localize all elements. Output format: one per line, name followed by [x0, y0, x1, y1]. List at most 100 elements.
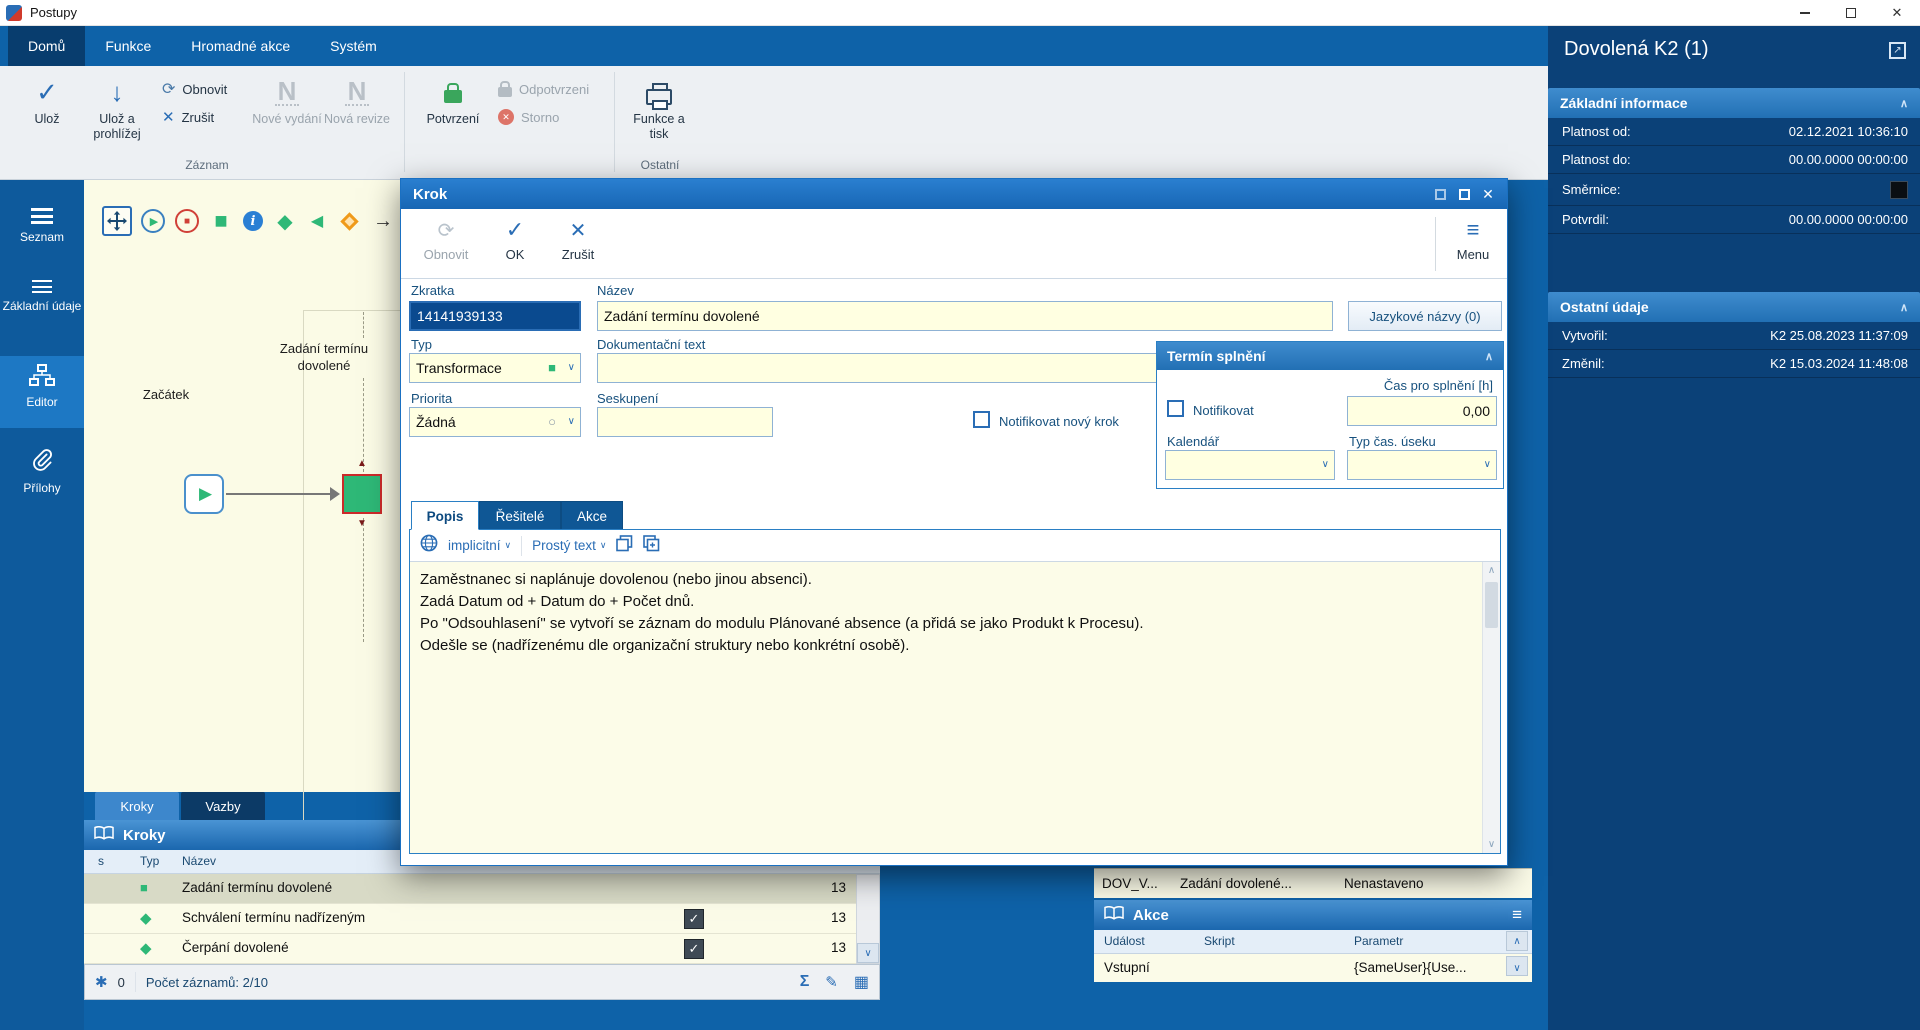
popis-text-area[interactable]: Zaměstnanec si naplánuje dovolenou (nebo… [410, 562, 1482, 853]
sum-icon[interactable]: Σ [800, 973, 810, 991]
storno-button: ✕ Storno [498, 104, 559, 130]
cas-pro-splneni-field[interactable]: 0,00 [1347, 396, 1497, 426]
dialog-restore-button[interactable] [1431, 186, 1449, 202]
dokumentacni-text-field[interactable] [597, 353, 1157, 383]
dialog-ok-button[interactable]: ✓ OK [493, 213, 537, 262]
close-button[interactable]: ✕ [1874, 0, 1920, 26]
copy-to-icon[interactable] [643, 535, 660, 557]
akce-column-header[interactable]: Událost Skript Parametr ∧ [1094, 930, 1532, 954]
copy-from-icon[interactable] [616, 535, 633, 557]
stop-tool-icon[interactable]: ■ [174, 208, 200, 234]
scroll-up-button[interactable]: ∧ [1483, 562, 1500, 579]
save-button[interactable]: ✓ Ulož [12, 72, 82, 127]
dialog-titlebar[interactable]: Krok [401, 179, 1507, 209]
plain-text-button[interactable]: Prostý text∨ [532, 538, 606, 553]
zkratka-field[interactable]: 14141939133 [409, 301, 581, 331]
popis-scrollbar[interactable]: ∧ ∨ [1482, 562, 1500, 853]
ribbon-tab-funkce[interactable]: Funkce [85, 26, 171, 66]
section-header-zakladni-informace[interactable]: Základní informace ∧ [1548, 88, 1920, 118]
save-and-view-button[interactable]: ↓ Ulož a prohlížej [82, 72, 152, 142]
jazykove-nazvy-button[interactable]: Jazykové názvy (0) [1348, 301, 1502, 331]
ribbon-tab-hromadne-akce[interactable]: Hromadné akce [171, 26, 310, 66]
popis-line: Zaměstnanec si naplánuje dovolenou (nebo… [420, 569, 1472, 591]
notifikovat-checkbox[interactable] [1167, 400, 1184, 417]
popis-editor-toolbar: implicitní∨ Prostý text∨ [410, 530, 1500, 562]
scroll-down-button[interactable]: ∨ [857, 943, 879, 963]
settings-icon[interactable]: ✱ [95, 973, 108, 991]
table-row[interactable]: ■ Zadání termínu dovolené 13 [84, 874, 856, 904]
tab-resitele[interactable]: Řešitelé [479, 501, 561, 530]
move-tool-button[interactable] [102, 206, 132, 236]
sidebar-item-zakladni-udaje[interactable]: Základní údaje [0, 272, 84, 313]
tab-kroky[interactable]: Kroky [95, 792, 179, 820]
grid-edit-icon[interactable]: ▦ [854, 972, 869, 992]
edit-icon[interactable]: ✎ [825, 973, 838, 991]
cancel-button[interactable]: ✕ Zrušit [162, 104, 214, 130]
krok-dialog: Krok ✕ ⟳ Obnovit ✓ OK ✕ Zrušit ≡ Menu [400, 178, 1508, 866]
refresh-icon: ⟳ [417, 213, 475, 247]
product-row[interactable]: DOV_V... Zadání dovolené... Nenastaveno [1094, 868, 1532, 898]
tab-vazby[interactable]: Vazby [181, 792, 265, 820]
menu-icon: ≡ [1447, 213, 1499, 247]
typ-cas-useku-label: Typ čas. úseku [1349, 434, 1436, 449]
table-row[interactable]: ◆ Čerpání dovolené ✓ 13 [84, 934, 856, 964]
seskupeni-field[interactable] [597, 407, 773, 437]
restore-button[interactable] [1828, 0, 1874, 26]
decision-tool-icon[interactable]: ◆ [272, 208, 298, 234]
typ-combo[interactable]: Transformace ■ ∨ [409, 353, 581, 383]
step-node-selected[interactable] [342, 474, 382, 514]
dialog-close-button[interactable]: ✕ [1479, 186, 1497, 202]
section-title: Základní informace [1560, 95, 1688, 111]
dialog-cancel-button[interactable]: ✕ Zrušit [551, 213, 605, 262]
kalendar-combo[interactable]: ∨ [1165, 450, 1335, 480]
sidebar-item-editor[interactable]: Editor [0, 356, 84, 428]
implicit-language-button[interactable]: implicitní∨ [448, 538, 511, 553]
priorita-combo[interactable]: Žádná ○ ∨ [409, 407, 581, 437]
scroll-up-button[interactable]: ∧ [1506, 931, 1528, 951]
dropdown-icon: ∨ [1484, 451, 1491, 479]
tab-akce[interactable]: Akce [561, 501, 623, 530]
section-header-ostatni-udaje[interactable]: Ostatní údaje ∧ [1548, 292, 1920, 322]
sidebar-item-label: Editor [26, 395, 57, 409]
nazev-field[interactable]: Zadání termínu dovolené [597, 301, 1333, 331]
open-in-window-icon[interactable]: ↗ [1889, 42, 1906, 59]
kroky-scrollbar[interactable]: ∨ [856, 874, 880, 964]
scroll-down-button[interactable]: ∨ [1506, 956, 1528, 976]
dialog-menu-button[interactable]: ≡ Menu [1447, 213, 1499, 262]
dialog-maximize-button[interactable] [1455, 186, 1473, 202]
termin-panel-header[interactable]: Termín splnění ∧ [1157, 342, 1503, 370]
table-row[interactable]: ◆ Schválení termínu nadřízeným ✓ 13 [84, 904, 856, 934]
event-tool-icon[interactable] [336, 208, 362, 234]
functions-print-button[interactable]: Funkce a tisk [624, 72, 694, 142]
step-tool-icon[interactable]: ■ [208, 208, 234, 234]
start-node[interactable]: ▶ [184, 474, 224, 514]
restore-icon [1846, 8, 1856, 18]
checkbox-checked[interactable]: ✓ [684, 909, 704, 929]
scroll-down-button[interactable]: ∨ [1483, 836, 1500, 853]
typ-cas-useku-combo[interactable]: ∨ [1347, 450, 1497, 480]
akce-row[interactable]: Vstupní {SameUser}{Use... ∨ [1094, 954, 1532, 982]
checkbox-checked[interactable]: ✓ [684, 939, 704, 959]
globe-icon[interactable] [420, 534, 438, 557]
minimize-button[interactable] [1782, 0, 1828, 26]
ribbon-tab-domu[interactable]: Domů [8, 26, 85, 66]
back-tool-icon[interactable]: ◀ [304, 208, 330, 234]
cancel-label: Zrušit [182, 110, 215, 125]
info-tool-icon[interactable]: i [240, 208, 266, 234]
sidebar-item-label: Seznam [20, 230, 64, 244]
window-title: Postupy [30, 5, 77, 20]
sidebar-item-prilohy[interactable]: Přílohy [0, 440, 84, 495]
menu-icon[interactable]: ≡ [1512, 905, 1522, 925]
smernice-checkbox[interactable] [1890, 181, 1908, 199]
tab-popis[interactable]: Popis [411, 501, 479, 530]
notifikovat-novy-krok-checkbox[interactable] [973, 411, 990, 428]
confirm-button[interactable]: Potvrzení [418, 72, 488, 127]
termin-splneni-panel: Termín splnění ∧ Čas pro splnění [h] Not… [1156, 341, 1504, 489]
play-tool-icon[interactable]: ▶ [140, 208, 166, 234]
sidebar-item-seznam[interactable]: Seznam [0, 200, 84, 244]
kroky-panel-title: Kroky [123, 827, 166, 844]
scroll-thumb[interactable] [1485, 582, 1498, 628]
ribbon-tab-system[interactable]: Systém [310, 26, 397, 66]
arrow-tool-icon[interactable]: → [370, 208, 396, 234]
refresh-button[interactable]: ⟳ Obnovit [162, 76, 227, 102]
